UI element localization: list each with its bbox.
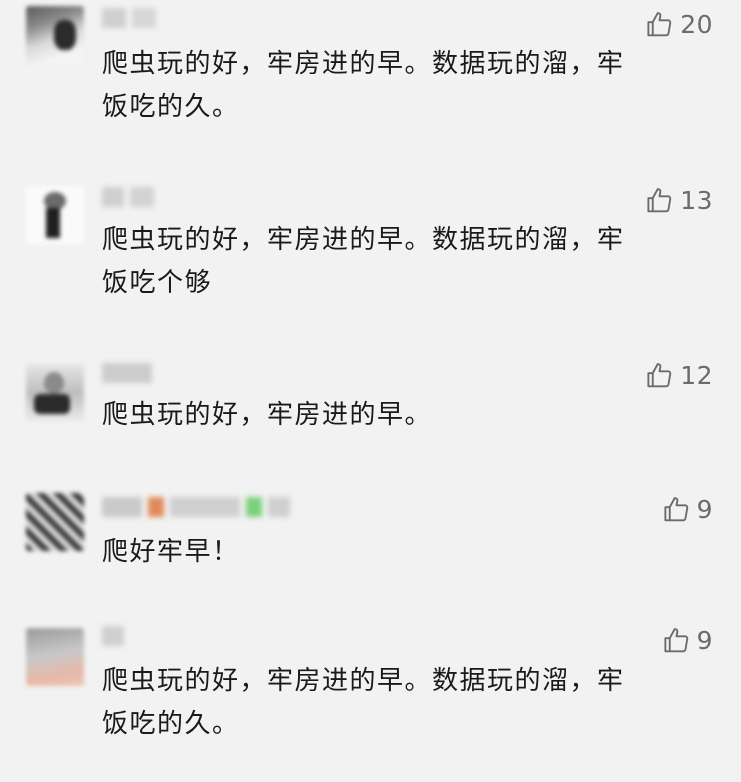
thumbs-up-outline-icon	[647, 188, 672, 213]
nickname-obscured[interactable]	[102, 497, 296, 519]
comment-text: 爬好牢早！	[102, 537, 240, 567]
nickname-obscured[interactable]	[102, 363, 158, 385]
avatar[interactable]	[26, 186, 84, 244]
like-count: 13	[680, 185, 713, 215]
nickname-obscured[interactable]	[102, 187, 160, 209]
nickname-obscured[interactable]	[102, 8, 162, 30]
nickname-obscured[interactable]	[102, 626, 130, 648]
comment-text: 爬虫玩的好，牢房进的早。数据玩的溜，牢 饭吃的久。	[102, 49, 625, 122]
thumbs-up-outline-icon	[664, 628, 688, 653]
thumbs-up-outline-icon	[647, 363, 672, 388]
like-button[interactable]: 9	[661, 494, 713, 524]
like-count: 9	[696, 625, 713, 655]
like-button[interactable]: 13	[644, 185, 713, 215]
thumbs-up-outline-icon	[647, 12, 672, 37]
like-button[interactable]: 9	[661, 625, 713, 655]
comment-text: 爬虫玩的好，牢房进的早。数据玩的溜，牢 饭吃的久。	[102, 666, 625, 739]
comment-text: 爬虫玩的好，牢房进的早。	[102, 400, 433, 430]
thumbs-up-outline-icon	[664, 497, 688, 522]
avatar[interactable]	[26, 364, 84, 422]
comment-text: 爬虫玩的好，牢房进的早。数据玩的溜，牢 饭吃个够	[102, 225, 625, 298]
like-count: 12	[680, 360, 713, 390]
like-count: 20	[680, 9, 713, 39]
like-button[interactable]: 12	[644, 360, 713, 390]
avatar[interactable]	[26, 493, 84, 551]
like-count: 9	[696, 494, 713, 524]
like-button[interactable]: 20	[644, 9, 713, 39]
avatar[interactable]	[26, 6, 84, 64]
avatar[interactable]	[26, 628, 84, 686]
